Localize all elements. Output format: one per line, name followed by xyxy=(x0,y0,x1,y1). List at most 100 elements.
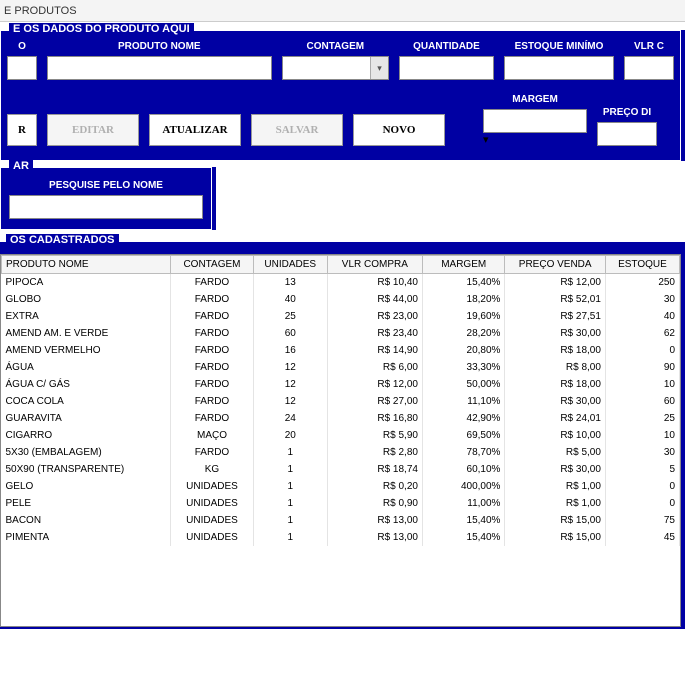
editar-button[interactable]: EDITAR xyxy=(47,114,139,146)
cell-estoque: 90 xyxy=(605,359,679,376)
cell-unidades: 13 xyxy=(253,274,327,291)
cell-margem: 78,70% xyxy=(422,444,505,461)
cell-compra: R$ 0,20 xyxy=(327,478,422,495)
contagem-label: CONTAGEM xyxy=(282,41,389,52)
cell-venda: R$ 15,00 xyxy=(505,512,605,529)
preco-input[interactable] xyxy=(597,122,657,146)
cell-compra: R$ 44,00 xyxy=(327,291,422,308)
table-row[interactable]: 5X30 (EMBALAGEM)FARDO1R$ 2,8078,70%R$ 5,… xyxy=(2,444,680,461)
cell-margem: 15,40% xyxy=(422,512,505,529)
cell-unidades: 1 xyxy=(253,478,327,495)
table-row[interactable]: GELOUNIDADES1R$ 0,20400,00%R$ 1,000 xyxy=(2,478,680,495)
grid-panel: OS CADASTRADOS PRODUTO NOME CONTAGEM UNI… xyxy=(0,242,685,629)
cell-margem: 42,90% xyxy=(422,410,505,427)
cell-margem: 15,40% xyxy=(422,529,505,546)
salvar-button[interactable]: SALVAR xyxy=(251,114,343,146)
table-row[interactable]: PELEUNIDADES1R$ 0,9011,00%R$ 1,000 xyxy=(2,495,680,512)
table-row[interactable]: ÁGUA C/ GÁSFARDO12R$ 12,0050,00%R$ 18,00… xyxy=(2,376,680,393)
cell-contagem: UNIDADES xyxy=(171,478,254,495)
cell-margem: 60,10% xyxy=(422,461,505,478)
cell-venda: R$ 18,00 xyxy=(505,342,605,359)
table-row[interactable]: EXTRAFARDO25R$ 23,0019,60%R$ 27,5140 xyxy=(2,308,680,325)
cell-produto: COCA COLA xyxy=(2,393,171,410)
cell-venda: R$ 8,00 xyxy=(505,359,605,376)
novo-button[interactable]: NOVO xyxy=(353,114,445,146)
cell-estoque: 60 xyxy=(605,393,679,410)
table-row[interactable]: GUARAVITAFARDO24R$ 16,8042,90%R$ 24,0125 xyxy=(2,410,680,427)
cell-unidades: 1 xyxy=(253,461,327,478)
cell-margem: 28,20% xyxy=(422,325,505,342)
cell-contagem: FARDO xyxy=(171,444,254,461)
cell-unidades: 1 xyxy=(253,495,327,512)
cell-contagem: FARDO xyxy=(171,342,254,359)
cell-venda: R$ 30,00 xyxy=(505,393,605,410)
table-row[interactable]: PIMENTAUNIDADES1R$ 13,0015,40%R$ 15,0045 xyxy=(2,529,680,546)
codigo-input[interactable] xyxy=(7,56,37,80)
cell-contagem: FARDO xyxy=(171,376,254,393)
table-row[interactable]: COCA COLAFARDO12R$ 27,0011,10%R$ 30,0060 xyxy=(2,393,680,410)
table-row[interactable]: ÁGUAFARDO12R$ 6,0033,30%R$ 8,0090 xyxy=(2,359,680,376)
vlr-compra-input[interactable] xyxy=(624,56,674,80)
cell-estoque: 0 xyxy=(605,495,679,512)
cell-estoque: 62 xyxy=(605,325,679,342)
cell-contagem: FARDO xyxy=(171,308,254,325)
cell-estoque: 10 xyxy=(605,427,679,444)
table-row[interactable]: GLOBOFARDO40R$ 44,0018,20%R$ 52,0130 xyxy=(2,291,680,308)
cell-compra: R$ 0,90 xyxy=(327,495,422,512)
cell-compra: R$ 18,74 xyxy=(327,461,422,478)
col-preco-venda[interactable]: PREÇO VENDA xyxy=(505,256,605,274)
cell-contagem: MAÇO xyxy=(171,427,254,444)
table-row[interactable]: PIPOCAFARDO13R$ 10,4015,40%R$ 12,00250 xyxy=(2,274,680,291)
cell-estoque: 45 xyxy=(605,529,679,546)
cell-compra: R$ 13,00 xyxy=(327,529,422,546)
cell-estoque: 250 xyxy=(605,274,679,291)
cadastrar-button[interactable]: R xyxy=(7,114,37,146)
cell-unidades: 12 xyxy=(253,359,327,376)
cell-contagem: FARDO xyxy=(171,325,254,342)
margem-combo[interactable] xyxy=(483,109,587,133)
estoque-min-input[interactable] xyxy=(504,56,614,80)
produto-label: PRODUTO NOME xyxy=(47,41,272,52)
cell-estoque: 75 xyxy=(605,512,679,529)
quantidade-input[interactable] xyxy=(399,56,494,80)
cell-compra: R$ 23,40 xyxy=(327,325,422,342)
cell-contagem: UNIDADES xyxy=(171,495,254,512)
table-row[interactable]: AMEND VERMELHOFARDO16R$ 14,9020,80%R$ 18… xyxy=(2,342,680,359)
cell-margem: 20,80% xyxy=(422,342,505,359)
cell-estoque: 10 xyxy=(605,376,679,393)
chevron-down-icon[interactable]: ▾ xyxy=(483,133,587,146)
cell-produto: ÁGUA C/ GÁS xyxy=(2,376,171,393)
cell-produto: CIGARRO xyxy=(2,427,171,444)
cell-estoque: 40 xyxy=(605,308,679,325)
search-input[interactable] xyxy=(9,195,203,219)
table-row[interactable]: AMEND AM. E VERDEFARDO60R$ 23,4028,20%R$… xyxy=(2,325,680,342)
cell-unidades: 1 xyxy=(253,529,327,546)
chevron-down-icon[interactable]: ▾ xyxy=(370,57,388,79)
atualizar-button[interactable]: ATUALIZAR xyxy=(149,114,241,146)
vlr-compra-label: VLR C xyxy=(624,41,674,52)
cell-venda: R$ 30,00 xyxy=(505,325,605,342)
cell-margem: 11,10% xyxy=(422,393,505,410)
cell-contagem: UNIDADES xyxy=(171,529,254,546)
cell-margem: 18,20% xyxy=(422,291,505,308)
table-row[interactable]: BACONUNIDADES1R$ 13,0015,40%R$ 15,0075 xyxy=(2,512,680,529)
cell-margem: 19,60% xyxy=(422,308,505,325)
cell-contagem: UNIDADES xyxy=(171,512,254,529)
cell-venda: R$ 15,00 xyxy=(505,529,605,546)
cell-margem: 69,50% xyxy=(422,427,505,444)
cell-produto: BACON xyxy=(2,512,171,529)
col-margem[interactable]: MARGEM xyxy=(422,256,505,274)
table-row[interactable]: CIGARROMAÇO20R$ 5,9069,50%R$ 10,0010 xyxy=(2,427,680,444)
estoque-min-label: ESTOQUE MINÍMO xyxy=(504,41,614,52)
table-row[interactable]: 50X90 (TRANSPARENTE)KG1R$ 18,7460,10%R$ … xyxy=(2,461,680,478)
col-vlr-compra[interactable]: VLR COMPRA xyxy=(327,256,422,274)
preco-label: PREÇO DI xyxy=(603,107,651,118)
col-contagem[interactable]: CONTAGEM xyxy=(171,256,254,274)
cell-produto: ÁGUA xyxy=(2,359,171,376)
col-unidades[interactable]: UNIDADES xyxy=(253,256,327,274)
col-estoque[interactable]: ESTOQUE xyxy=(605,256,679,274)
col-produto[interactable]: PRODUTO NOME xyxy=(2,256,171,274)
cell-estoque: 0 xyxy=(605,478,679,495)
cell-produto: EXTRA xyxy=(2,308,171,325)
produto-input[interactable] xyxy=(47,56,272,80)
